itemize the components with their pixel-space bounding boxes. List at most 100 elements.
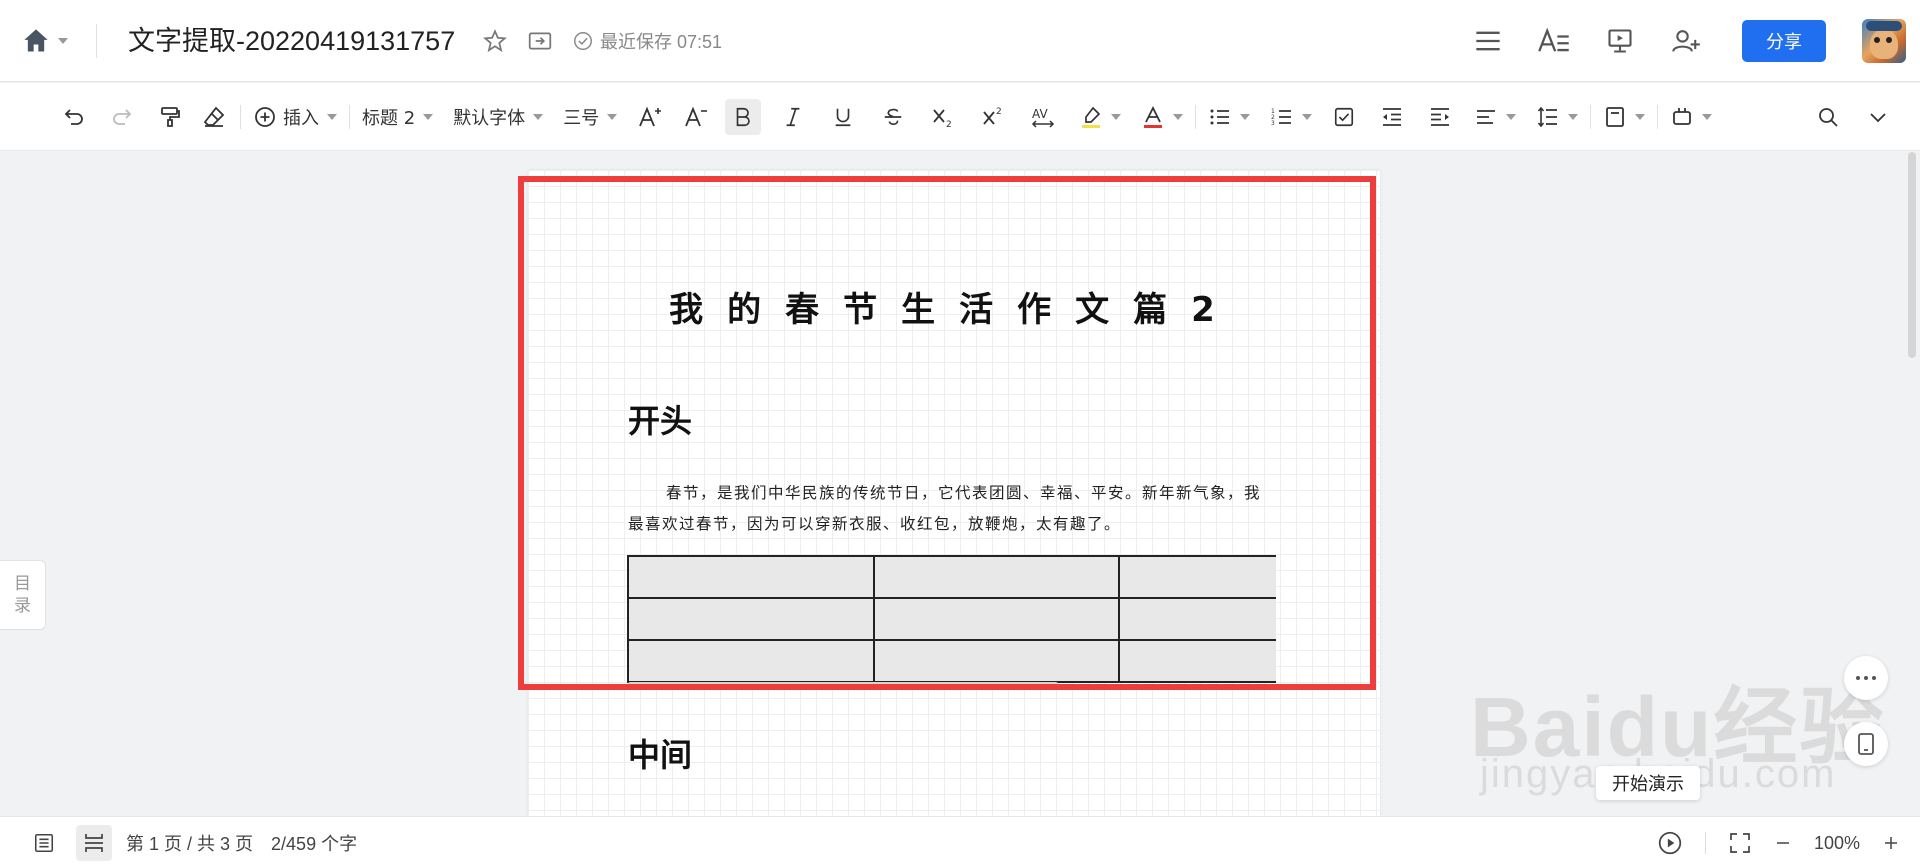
align-button[interactable] (1470, 99, 1520, 135)
tooltip: 开始演示 (1596, 766, 1700, 800)
page-view-icon[interactable] (76, 825, 112, 861)
status-bar: 第 1 页 / 共 3 页 2/459 个字 100% (0, 816, 1920, 868)
chevron-down-icon (423, 114, 434, 120)
table-cell[interactable] (872, 555, 1121, 599)
document-canvas: 目 录 我的春节生活作文篇2 开头 春节，是我们中华民族的传统节日，它代表团圆、… (0, 152, 1920, 816)
table-cell[interactable] (627, 597, 875, 641)
mobile-view-button[interactable] (1844, 722, 1888, 766)
table-horizontal-scrollbar[interactable] (627, 682, 1059, 689)
checklist-icon[interactable] (1326, 99, 1362, 135)
font-color-icon (1141, 105, 1165, 129)
outline-label: 目 (14, 574, 31, 594)
section-heading[interactable]: 中间 (628, 730, 692, 776)
svg-text:2: 2 (946, 120, 952, 129)
text-style-icon[interactable] (1530, 17, 1578, 65)
divider (1195, 105, 1197, 129)
underline-icon[interactable] (825, 99, 861, 135)
table-cell[interactable] (1118, 555, 1276, 599)
font-size-select[interactable]: 三号 (559, 99, 621, 135)
document-title[interactable]: 文字提取-20220419131757 (128, 22, 455, 60)
insert-menu[interactable]: 插入 (249, 99, 341, 135)
table-row (627, 597, 1276, 641)
zoom-in-icon[interactable] (1882, 834, 1900, 852)
section-heading[interactable]: 开头 (628, 396, 692, 442)
zoom-out-icon[interactable] (1774, 834, 1792, 852)
divider (1704, 832, 1706, 854)
vertical-scrollbar[interactable] (1908, 152, 1916, 358)
line-spacing-button[interactable] (1532, 99, 1582, 135)
font-color-button[interactable] (1137, 99, 1187, 135)
indent-icon[interactable] (1422, 99, 1458, 135)
table-cell[interactable] (872, 639, 1121, 683)
chevron-down-icon (607, 114, 618, 120)
numbered-list-button[interactable]: 123 (1266, 99, 1316, 135)
chevron-down-icon (1111, 114, 1122, 120)
play-presentation-icon[interactable] (1657, 830, 1683, 856)
font-family-select[interactable]: 默认字体 (449, 99, 547, 135)
chevron-down-icon (58, 38, 68, 44)
numbered-list-icon: 123 (1270, 105, 1294, 129)
document-page[interactable]: 我的春节生活作文篇2 开头 春节，是我们中华民族的传统节日，它代表团圆、幸福、平… (528, 170, 1380, 816)
superscript-icon[interactable]: 2 (975, 99, 1011, 135)
highlighter-icon (1079, 105, 1103, 129)
search-icon[interactable] (1810, 99, 1846, 135)
home-icon (22, 27, 50, 55)
chevron-down-icon (1173, 114, 1184, 120)
italic-icon[interactable] (775, 99, 811, 135)
bullet-list-button[interactable] (1204, 99, 1254, 135)
chevron-down-icon (1568, 114, 1579, 120)
chevron-down-icon (533, 114, 544, 120)
chevron-down-icon (1302, 114, 1313, 120)
character-spacing-icon[interactable]: AV (1025, 99, 1061, 135)
line-spacing-icon (1536, 105, 1560, 129)
page-layout-button[interactable] (1599, 99, 1649, 135)
fullscreen-icon[interactable] (1728, 831, 1752, 855)
zoom-level[interactable]: 100% (1814, 833, 1860, 854)
document-heading[interactable]: 我的春节生活作文篇2 (528, 282, 1380, 331)
table-cell[interactable] (1118, 597, 1276, 641)
bold-icon[interactable] (725, 99, 762, 135)
font-family-value: 默认字体 (453, 108, 526, 129)
outdent-icon[interactable] (1374, 99, 1410, 135)
divider (1590, 105, 1592, 129)
table-cell[interactable] (1118, 639, 1276, 683)
heading-style-select[interactable]: 标题 2 (358, 99, 437, 135)
plugin-button[interactable] (1666, 99, 1716, 135)
divider (349, 105, 350, 129)
chevron-down-icon (1702, 114, 1713, 120)
table-row (627, 639, 1276, 683)
decrease-font-icon[interactable] (679, 99, 715, 135)
subscript-icon[interactable]: 2 (925, 99, 961, 135)
highlight-color-button[interactable] (1075, 99, 1125, 135)
move-to-folder-icon[interactable] (526, 28, 554, 54)
divider (240, 105, 241, 129)
share-button[interactable]: 分享 (1742, 20, 1826, 62)
menu-icon[interactable] (1464, 17, 1512, 65)
table-row (627, 555, 1276, 599)
table-cell[interactable] (627, 555, 875, 599)
font-size-value: 三号 (563, 108, 600, 129)
chevron-down-icon (1506, 114, 1517, 120)
paragraph[interactable]: 春节，是我们中华民族的传统节日，它代表团圆、幸福、平安。新年新气象，我最喜欢过春… (628, 478, 1274, 540)
format-painter-icon[interactable] (152, 99, 188, 135)
outline-toggle[interactable]: 目 录 (0, 560, 46, 630)
presentation-icon[interactable] (1596, 17, 1644, 65)
document-table[interactable] (627, 555, 1276, 683)
svg-text:3: 3 (1271, 120, 1275, 127)
add-collaborator-icon[interactable] (1662, 17, 1710, 65)
undo-icon[interactable] (56, 99, 92, 135)
strikethrough-icon[interactable] (875, 99, 911, 135)
save-status: 最近保存 07:51 (600, 32, 723, 52)
increase-font-icon[interactable] (633, 99, 669, 135)
table-cell[interactable] (872, 597, 1121, 641)
home-menu[interactable] (22, 22, 78, 60)
mobile-icon (1857, 732, 1875, 756)
outline-view-icon[interactable] (26, 825, 62, 861)
more-options-button[interactable] (1844, 656, 1888, 700)
redo-icon[interactable] (104, 99, 140, 135)
collapse-toolbar-icon[interactable] (1860, 99, 1896, 135)
avatar[interactable] (1862, 19, 1906, 63)
eraser-icon[interactable] (196, 99, 232, 135)
table-cell[interactable] (627, 639, 875, 683)
star-icon[interactable] (482, 28, 508, 54)
